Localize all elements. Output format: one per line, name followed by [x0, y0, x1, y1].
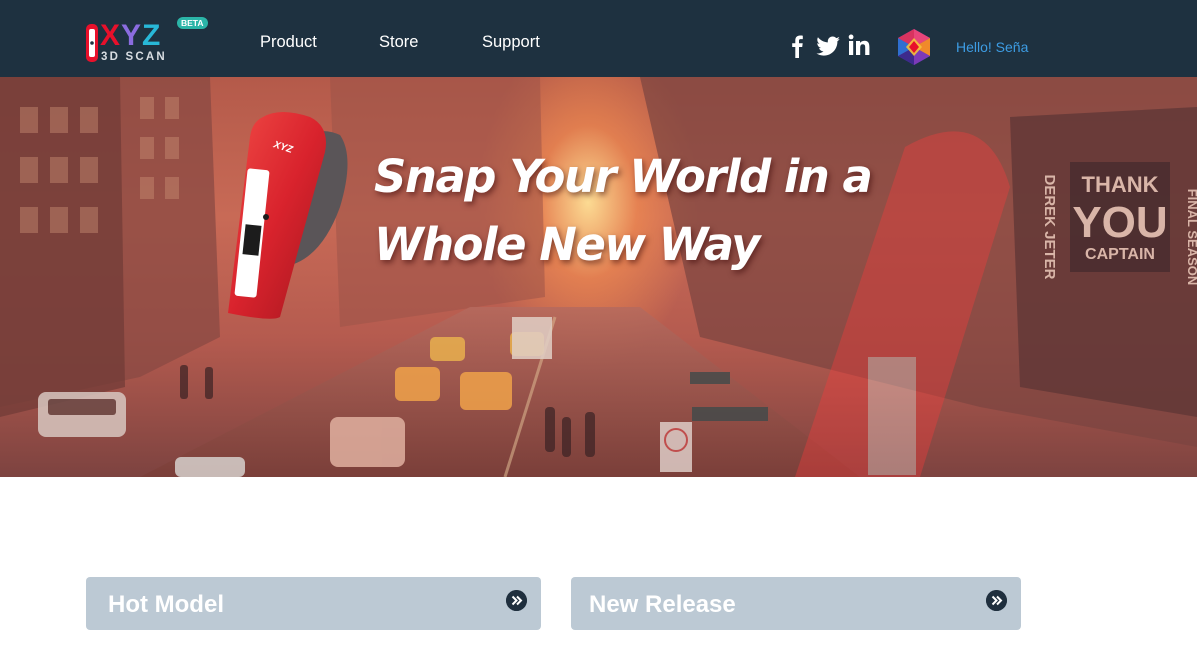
hot-model-button[interactable]: Hot Model	[86, 577, 541, 630]
scanner-logo-icon	[86, 24, 98, 62]
user-avatar-icon[interactable]	[895, 28, 933, 66]
billboard-text-captain: CAPTAIN	[1085, 246, 1155, 263]
logo-subtitle: 3D SCAN	[101, 51, 167, 63]
new-release-label: New Release	[589, 591, 736, 618]
hero-headline-line2: Whole New Way	[374, 218, 761, 271]
user-greeting-link[interactable]: Hello! Seña	[956, 39, 1028, 55]
facebook-icon[interactable]	[790, 34, 804, 58]
logo-wordmark: XYZ	[100, 19, 162, 52]
hot-model-label: Hot Model	[108, 591, 224, 618]
hero-headline-line1: Snap Your World in a	[374, 150, 873, 203]
twitter-icon[interactable]	[816, 34, 841, 58]
double-chevron-right-icon	[986, 590, 1007, 611]
nav-item-product[interactable]: Product	[260, 33, 317, 51]
top-nav-bar: XYZ 3D SCAN BETA Product Store Support H…	[0, 0, 1197, 77]
nav-item-support[interactable]: Support	[482, 33, 540, 51]
billboard-text-you: YOU	[1072, 198, 1167, 247]
sign-text-derek-jeter: DEREK JETER	[1041, 174, 1058, 279]
nav-item-store[interactable]: Store	[379, 33, 418, 51]
beta-badge: BETA	[177, 17, 208, 29]
billboard-text-thank: THANK	[1082, 172, 1159, 197]
new-release-button[interactable]: New Release	[571, 577, 1021, 630]
red-3d-scanner-image: XYZ	[228, 112, 348, 319]
xyz-3d-scan-logo[interactable]: XYZ 3D SCAN BETA	[84, 17, 209, 65]
hero-banner: THANK YOU CAPTAIN DEREK JETER FINAL SEAS…	[0, 77, 1197, 477]
hero-headline: Snap Your World in a Whole New Way	[374, 143, 894, 279]
double-chevron-right-icon	[506, 590, 527, 611]
sign-text-final-season: FINAL SEASON	[1185, 189, 1197, 286]
linkedin-icon[interactable]	[848, 34, 870, 58]
